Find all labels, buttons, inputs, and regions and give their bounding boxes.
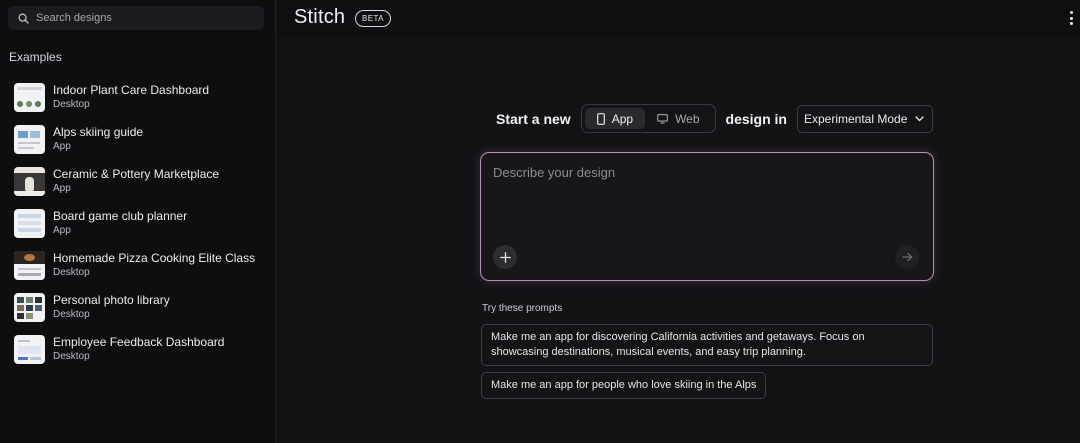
example-title: Board game club planner [53,209,188,223]
arrow-right-icon [901,252,912,262]
sidebar: Examples Indoor Plant Care Dashboard Des… [0,0,276,443]
suggested-prompt-alps[interactable]: Make me an app for people who love skiin… [481,372,767,399]
toggle-app-label: App [611,111,634,126]
example-item-plant-care[interactable]: Indoor Plant Care Dashboard Desktop [14,76,270,118]
example-item-photo-library[interactable]: Personal photo library Desktop [14,286,270,328]
example-item-employee-feedback[interactable]: Employee Feedback Dashboard Desktop [14,328,270,370]
example-title: Personal photo library [53,293,170,307]
start-design-row: Start a new App Web design in Experiment… [496,104,934,133]
example-item-alps-skiing[interactable]: Alps skiing guide App [14,118,270,160]
example-title: Indoor Plant Care Dashboard [53,83,210,97]
toggle-web-label: Web [675,111,700,126]
beta-badge: BETA [355,10,391,27]
example-title: Alps skiing guide [53,125,144,139]
example-type: Desktop [53,99,90,110]
platform-toggle: App Web [580,104,716,133]
example-item-ceramic-pottery[interactable]: Ceramic & Pottery Marketplace App [14,160,270,202]
example-item-pizza-class[interactable]: Homemade Pizza Cooking Elite Class Deskt… [14,244,270,286]
prompt-input[interactable] [493,165,918,235]
example-type: App [53,141,71,152]
suggested-prompt-california[interactable]: Make me an app for discovering Californi… [481,324,933,366]
example-type: App [53,183,71,194]
example-title: Homemade Pizza Cooking Elite Class [53,251,256,265]
example-type: Desktop [53,309,90,320]
app-title: Stitch [294,6,346,28]
start-label: Start a new [496,110,571,127]
example-thumbnail [14,334,45,364]
example-item-board-game[interactable]: Board game club planner App [14,202,270,244]
design-in-label: design in [725,110,787,127]
prompt-box [480,152,934,281]
example-thumbnail [14,208,45,238]
example-list: Indoor Plant Care Dashboard Desktop Alps… [14,76,270,370]
kebab-menu-icon[interactable] [1068,11,1074,25]
toggle-web[interactable]: Web [645,108,711,129]
plus-icon [499,251,511,263]
example-title: Ceramic & Pottery Marketplace [53,167,220,181]
search-icon [18,13,29,24]
example-type: Desktop [53,351,90,362]
top-bar: Stitch BETA [277,0,1080,38]
example-title: Employee Feedback Dashboard [53,335,225,349]
example-thumbnail [14,124,45,154]
example-type: Desktop [53,267,90,278]
search-bar[interactable] [8,6,264,30]
example-thumbnail [14,250,45,280]
attach-button[interactable] [493,245,517,269]
monitor-icon [657,113,668,124]
example-thumbnail [14,292,45,322]
phone-icon [596,112,605,125]
example-thumbnail [14,82,45,112]
chevron-down-icon [915,115,925,121]
example-thumbnail [14,166,45,196]
mode-select[interactable]: Experimental Mode [796,104,934,133]
mode-select-value: Experimental Mode [803,111,908,126]
send-button[interactable] [895,245,919,269]
search-input[interactable] [36,12,256,24]
toggle-app[interactable]: App [584,108,646,129]
examples-heading: Examples [9,50,62,64]
try-prompts-label: Try these prompts [482,303,563,314]
example-type: App [53,225,71,236]
